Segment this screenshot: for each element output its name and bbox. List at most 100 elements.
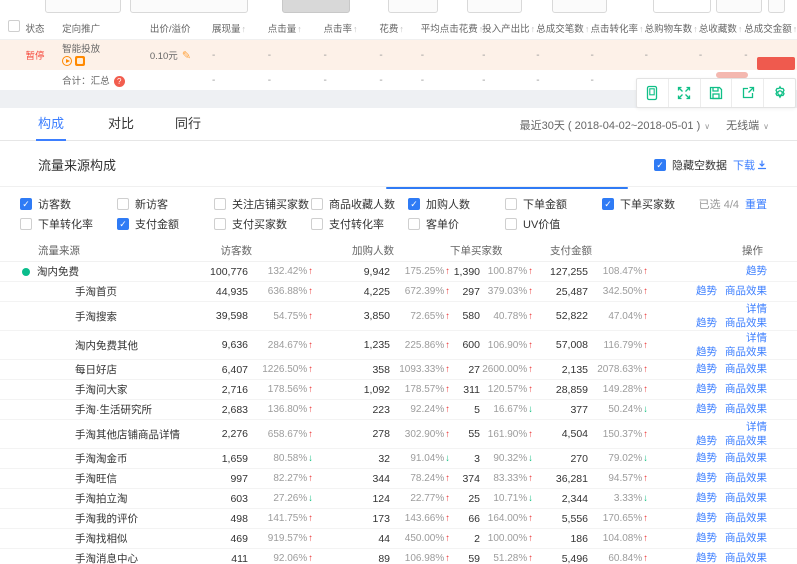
settings-button[interactable] bbox=[764, 79, 795, 107]
table-row[interactable]: 淘内免费100,776132.42%↑9,942175.25%↑1,390100… bbox=[0, 262, 797, 282]
table-row[interactable]: 手淘淘金币1,65980.58%↓3291.04%↓390.32%↓27079.… bbox=[0, 449, 797, 469]
trend-link[interactable]: 趋势 bbox=[696, 552, 717, 564]
metric-filter-1-0[interactable]: ✓访客数 bbox=[20, 196, 117, 212]
table-row[interactable]: 手淘其他店铺商品详情2,276658.67%↑278302.90%↑55161.… bbox=[0, 420, 797, 449]
toolbar-button-cutoff[interactable] bbox=[552, 0, 607, 13]
table-row[interactable]: 淘内免费其他9,636284.67%↑1,235225.86%↑600106.9… bbox=[0, 331, 797, 360]
table-row[interactable]: 每日好店6,4071226.50%↑3581093.33%↑272600.00%… bbox=[0, 360, 797, 380]
image-icon[interactable] bbox=[75, 56, 85, 66]
download-link[interactable]: 下载 bbox=[733, 157, 767, 173]
product-effect-link[interactable]: 商品效果 bbox=[725, 552, 767, 564]
metric-filter-2-3[interactable]: 支付转化率 bbox=[311, 216, 408, 232]
column-header-9[interactable]: 总成交笔数↑ bbox=[536, 21, 590, 35]
sort-arrow-icon[interactable]: ↑ bbox=[353, 24, 358, 34]
filter-checkbox[interactable] bbox=[117, 198, 129, 210]
detail-link[interactable]: 详情 bbox=[746, 332, 767, 344]
trend-link[interactable]: 趋势 bbox=[696, 285, 717, 297]
metric-filter-2-2[interactable]: 支付买家数 bbox=[214, 216, 311, 232]
filter-checkbox[interactable] bbox=[311, 198, 323, 210]
filter-checkbox[interactable] bbox=[408, 218, 420, 230]
sort-arrow-icon[interactable]: ↑ bbox=[531, 24, 536, 34]
toolbar-dropdown-cutoff[interactable] bbox=[653, 0, 711, 13]
filter-checkbox[interactable]: ✓ bbox=[408, 198, 420, 210]
metric-filter-1-5[interactable]: 下单金额 bbox=[505, 196, 602, 212]
campaign-row[interactable]: 暂停 智能投放 0.10元✎ ----------- bbox=[0, 40, 797, 70]
sort-arrow-icon[interactable]: ↑ bbox=[738, 24, 743, 34]
product-effect-link[interactable]: 商品效果 bbox=[725, 346, 767, 358]
metric-filter-2-4[interactable]: 客单价 bbox=[408, 216, 505, 232]
trend-link[interactable]: 趋势 bbox=[696, 435, 717, 447]
product-effect-link[interactable]: 商品效果 bbox=[725, 435, 767, 447]
metric-filter-1-2[interactable]: 关注店铺买家数 bbox=[214, 196, 311, 212]
sort-arrow-icon[interactable]: ↑ bbox=[693, 24, 698, 34]
video-play-icon[interactable] bbox=[62, 56, 72, 66]
help-icon[interactable]: ? bbox=[114, 76, 125, 87]
detail-link[interactable]: 详情 bbox=[746, 303, 767, 315]
select-all-checkbox[interactable] bbox=[8, 20, 20, 32]
detail-link[interactable]: 详情 bbox=[746, 421, 767, 433]
terminal-select[interactable]: 无线端∨ bbox=[726, 117, 769, 133]
metric-filter-2-5[interactable]: UV价值 bbox=[505, 216, 602, 232]
reset-link[interactable]: 重置 bbox=[745, 196, 767, 212]
filter-checkbox[interactable] bbox=[505, 218, 517, 230]
toolbar-button-cutoff[interactable] bbox=[45, 0, 121, 13]
column-header-10[interactable]: 点击转化率↑ bbox=[590, 21, 644, 35]
filter-checkbox[interactable] bbox=[505, 198, 517, 210]
sort-arrow-icon[interactable]: ↑ bbox=[399, 24, 404, 34]
table-row[interactable]: 手淘我的评价498141.75%↑173143.66%↑66164.00%↑5,… bbox=[0, 509, 797, 529]
save-button[interactable] bbox=[701, 79, 733, 107]
toolbar-button-cutoff[interactable] bbox=[467, 0, 522, 13]
product-effect-link[interactable]: 商品效果 bbox=[725, 532, 767, 544]
toolbar-button-cutoff[interactable] bbox=[130, 0, 248, 13]
export-button[interactable] bbox=[732, 79, 764, 107]
column-header-7[interactable]: 平均点击花费↑ bbox=[421, 21, 482, 35]
mobile-preview-button[interactable] bbox=[637, 79, 669, 107]
column-header-3[interactable]: 展现量↑ bbox=[212, 21, 268, 35]
toolbar-button-cutoff[interactable] bbox=[282, 0, 350, 13]
toolbar-button-cutoff[interactable] bbox=[388, 0, 438, 13]
metric-filter-1-6[interactable]: ✓下单买家数 bbox=[602, 196, 699, 212]
toolbar-mini-button-cutoff[interactable] bbox=[768, 0, 785, 13]
product-effect-link[interactable]: 商品效果 bbox=[725, 512, 767, 524]
sort-arrow-icon[interactable]: ↑ bbox=[297, 24, 302, 34]
table-row[interactable]: 手淘问大家2,716178.56%↑1,092178.57%↑311120.57… bbox=[0, 380, 797, 400]
column-header-6[interactable]: 花费↑ bbox=[379, 21, 420, 35]
filter-checkbox[interactable] bbox=[214, 218, 226, 230]
trend-link[interactable]: 趋势 bbox=[746, 265, 767, 277]
trend-link[interactable]: 趋势 bbox=[696, 512, 717, 524]
trend-link[interactable]: 趋势 bbox=[696, 492, 717, 504]
column-header-12[interactable]: 总收藏数↑ bbox=[699, 21, 744, 35]
trend-link[interactable]: 趋势 bbox=[696, 403, 717, 415]
edit-bid-icon[interactable]: ✎ bbox=[182, 50, 191, 62]
trend-link[interactable]: 趋势 bbox=[696, 452, 717, 464]
filter-checkbox[interactable] bbox=[311, 218, 323, 230]
metric-filter-1-3[interactable]: 商品收藏人数 bbox=[311, 196, 408, 212]
product-effect-link[interactable]: 商品效果 bbox=[725, 383, 767, 395]
trend-link[interactable]: 趋势 bbox=[696, 383, 717, 395]
tab-compare[interactable]: 对比 bbox=[108, 108, 134, 141]
toolbar-button-cutoff[interactable] bbox=[716, 0, 762, 13]
table-row[interactable]: 手淘拍立淘60327.26%↓12422.77%↑2510.71%↓2,3443… bbox=[0, 489, 797, 509]
table-row[interactable]: 手淘旺信99782.27%↑34478.24%↑37483.33%↑36,281… bbox=[0, 469, 797, 489]
trend-link[interactable]: 趋势 bbox=[696, 346, 717, 358]
product-effect-link[interactable]: 商品效果 bbox=[725, 363, 767, 375]
tab-peers[interactable]: 同行 bbox=[175, 108, 201, 141]
filter-checkbox[interactable]: ✓ bbox=[117, 218, 129, 230]
red-button-cutoff[interactable] bbox=[757, 57, 795, 70]
hide-empty-checkbox[interactable]: ✓ bbox=[654, 159, 666, 171]
table-row[interactable]: 手淘·生活研究所2,683136.80%↑22392.24%↑516.67%↓3… bbox=[0, 400, 797, 420]
filter-checkbox[interactable]: ✓ bbox=[602, 198, 614, 210]
filter-scroll-indicator[interactable] bbox=[386, 187, 628, 189]
date-range-select[interactable]: 最近30天 ( 2018-04-02~2018-05-01 )∨ bbox=[520, 117, 711, 133]
filter-checkbox[interactable] bbox=[214, 198, 226, 210]
column-header-11[interactable]: 总购物车数↑ bbox=[645, 21, 699, 35]
filter-checkbox[interactable] bbox=[20, 218, 32, 230]
table-row[interactable]: 手淘消息中心41192.06%↑89106.98%↑5951.28%↑5,496… bbox=[0, 549, 797, 564]
column-header-4[interactable]: 点击量↑ bbox=[268, 21, 324, 35]
trend-link[interactable]: 趋势 bbox=[696, 532, 717, 544]
product-effect-link[interactable]: 商品效果 bbox=[725, 403, 767, 415]
tab-composition[interactable]: 构成 bbox=[38, 108, 64, 141]
product-effect-link[interactable]: 商品效果 bbox=[725, 492, 767, 504]
trend-link[interactable]: 趋势 bbox=[696, 317, 717, 329]
sort-arrow-icon[interactable]: ↑ bbox=[639, 24, 644, 34]
